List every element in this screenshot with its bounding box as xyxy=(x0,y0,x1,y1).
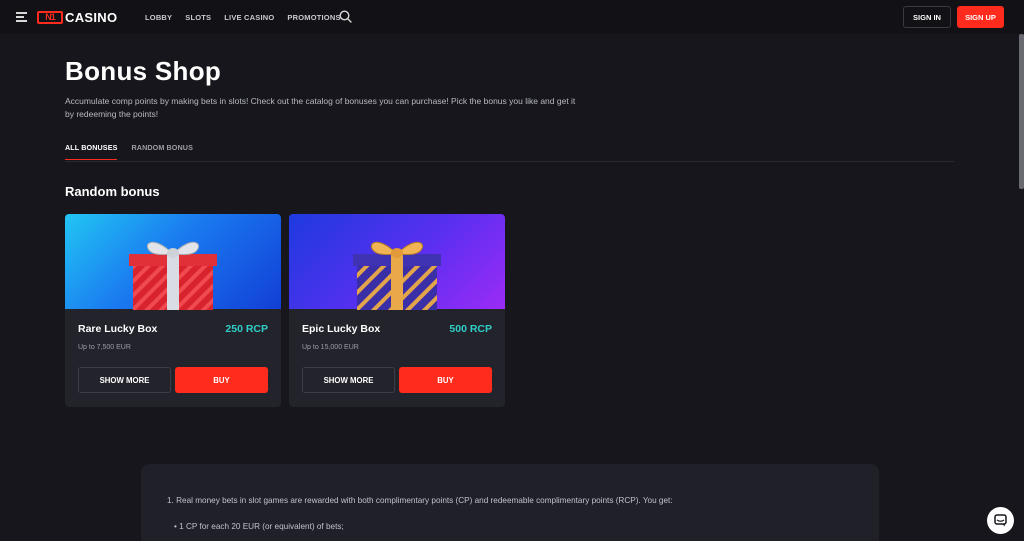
card-image xyxy=(65,214,281,310)
card-price: 500 RCP xyxy=(449,323,492,335)
page-title: Bonus Shop xyxy=(65,56,222,86)
page-description: Accumulate comp points by making bets in… xyxy=(65,96,576,119)
tab-random-bonus[interactable]: RANDOM BONUS xyxy=(131,143,193,160)
card-title: Rare Lucky Box xyxy=(78,323,158,335)
logo-text: CASINO xyxy=(65,9,118,25)
bonus-card-rare: Rare Lucky Box 250 RCP Up to 7,500 EUR S… xyxy=(65,214,281,407)
card-title: Epic Lucky Box xyxy=(302,323,381,335)
section-title: Random bonus xyxy=(65,184,160,199)
tabs-divider xyxy=(65,161,954,162)
show-more-button[interactable]: SHOW MORE xyxy=(78,367,171,393)
chat-icon xyxy=(994,514,1007,527)
page-scrollbar[interactable] xyxy=(1019,34,1024,189)
rules-item-1: 1. Real money bets in slot games are rew… xyxy=(167,496,673,505)
buy-button[interactable]: BUY xyxy=(399,367,492,393)
logo[interactable]: N1 CASINO xyxy=(37,9,118,25)
bonus-tabs: ALL BONUSES RANDOM BONUS xyxy=(65,143,207,160)
card-limit: Up to 15,000 EUR xyxy=(302,344,359,351)
tab-all-bonuses[interactable]: ALL BONUSES xyxy=(65,143,118,160)
card-price: 250 RCP xyxy=(225,323,268,335)
card-image xyxy=(289,214,505,310)
rules-info-box: 1. Real money bets in slot games are rew… xyxy=(141,464,879,541)
main-nav: LOBBY SLOTS LIVE CASINO PROMOTIONS xyxy=(145,13,354,22)
rules-subitem-1: • 1 CP for each 20 EUR (or equivalent) o… xyxy=(174,522,344,531)
nav-promotions[interactable]: PROMOTIONS xyxy=(287,13,340,22)
sign-in-button[interactable]: SIGN IN xyxy=(903,6,951,28)
nav-live-casino[interactable]: LIVE CASINO xyxy=(224,13,274,22)
logo-mark: N1 xyxy=(37,10,63,24)
sign-up-button[interactable]: SIGN UP xyxy=(957,6,1004,28)
nav-slots[interactable]: SLOTS xyxy=(185,13,211,22)
gift-icon xyxy=(129,241,217,310)
chat-support-button[interactable] xyxy=(987,507,1014,534)
nav-lobby[interactable]: LOBBY xyxy=(145,13,172,22)
bonus-card-epic: Epic Lucky Box 500 RCP Up to 15,000 EUR … xyxy=(289,214,505,407)
menu-icon[interactable] xyxy=(16,12,27,22)
buy-button[interactable]: BUY xyxy=(175,367,268,393)
card-limit: Up to 7,500 EUR xyxy=(78,344,131,351)
show-more-button[interactable]: SHOW MORE xyxy=(302,367,395,393)
top-header: N1 CASINO LOBBY SLOTS LIVE CASINO PROMOT… xyxy=(0,0,1024,34)
gift-icon xyxy=(353,241,441,310)
search-icon[interactable] xyxy=(339,10,352,23)
